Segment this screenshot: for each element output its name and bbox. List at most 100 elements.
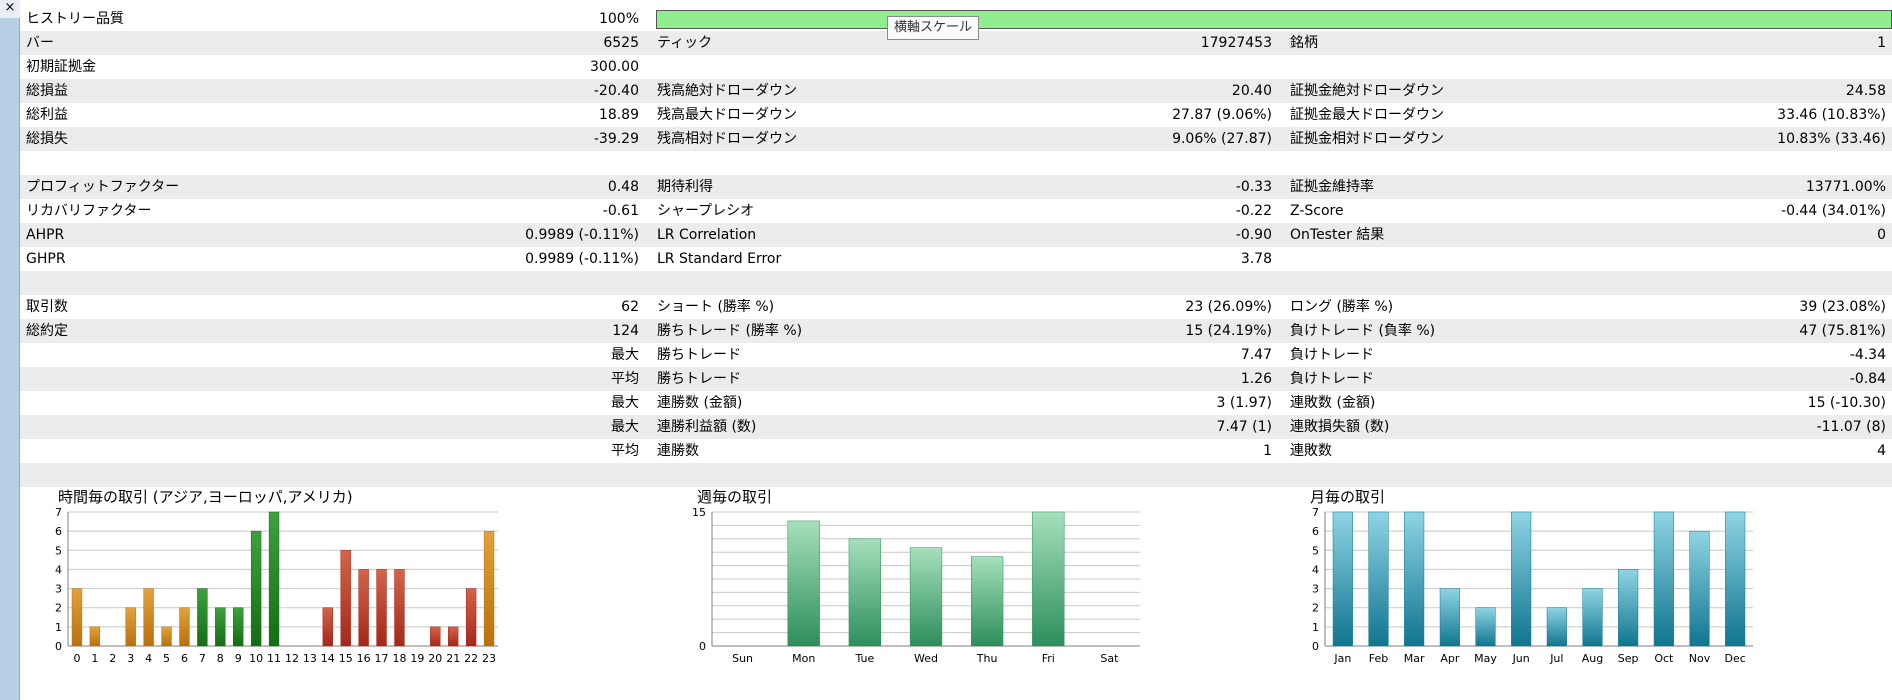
stat-label-col1: プロフィットファクター <box>26 179 180 195</box>
bar <box>1582 588 1603 647</box>
y-tick-label: 1 <box>1312 621 1319 634</box>
x-tick-label: 2 <box>109 652 116 665</box>
stat-value-col3: -0.44 (34.01%) <box>1781 203 1886 219</box>
x-tick-label: Jul <box>1549 652 1563 665</box>
stat-label-col1: AHPR <box>26 227 65 243</box>
x-tick-label: 3 <box>127 652 134 665</box>
x-tick-label: Mon <box>792 652 815 665</box>
stat-label-col3: 証拠金維持率 <box>1290 179 1374 195</box>
x-tick-label: Sep <box>1618 652 1639 665</box>
stat-row: 最大 勝ちトレード 7.47 負けトレード -4.34 <box>20 343 1892 367</box>
stat-value-col3: -4.34 <box>1849 347 1886 363</box>
y-tick-label: 1 <box>55 621 62 634</box>
bar <box>358 569 369 647</box>
stat-value-col3: -11.07 (8) <box>1816 419 1886 435</box>
stat-label-col1: 初期証拠金 <box>26 59 96 75</box>
y-tick-label: 3 <box>55 583 62 596</box>
bar <box>787 520 820 647</box>
x-tick-label: 22 <box>464 652 478 665</box>
stat-value-col1: -20.40 <box>593 83 639 99</box>
stat-value-col1: 124 <box>612 323 639 339</box>
x-tick-label: 21 <box>446 652 460 665</box>
stat-value-col2: 3 (1.97) <box>1216 395 1272 411</box>
x-tick-label: 16 <box>357 652 371 665</box>
stat-label-col3: 負けトレード (負率 %) <box>1290 323 1436 339</box>
stat-value-col1: 平均 <box>611 371 639 387</box>
bar <box>89 626 101 647</box>
x-tick-label: Mar <box>1404 652 1425 665</box>
stat-label-col2: LR Correlation <box>657 227 757 243</box>
stat-value-col2: 7.47 (1) <box>1216 419 1272 435</box>
bar <box>909 547 943 647</box>
bar <box>250 530 262 647</box>
bar <box>71 588 83 647</box>
stat-value-col3: 39 (23.08%) <box>1799 299 1886 315</box>
history-quality-bar <box>656 10 1892 29</box>
stat-value-col1: 最大 <box>611 395 639 411</box>
stat-label-col2: 勝ちトレード <box>657 347 741 363</box>
stat-row: 平均 勝ちトレード 1.26 負けトレード -0.84 <box>20 367 1892 391</box>
stat-row: GHPR 0.9989 (-0.11%) LR Standard Error 3.78 <box>20 247 1892 271</box>
stat-value-col1: 0.9989 (-0.11%) <box>525 251 639 267</box>
bar <box>1511 511 1532 647</box>
stat-value-col3: 33.46 (10.83%) <box>1777 107 1886 123</box>
stat-label-col1: 総約定 <box>26 323 68 339</box>
x-tick-label: 13 <box>303 652 317 665</box>
stat-value-col1: 最大 <box>611 347 639 363</box>
x-tick-label: 17 <box>375 652 389 665</box>
hourly-chart-title: 時間毎の取引 (アジア,ヨーロッパ,アメリカ) <box>58 488 353 506</box>
stat-label-col3: 証拠金相対ドローダウン <box>1290 131 1444 147</box>
stat-row <box>20 151 1892 175</box>
bar <box>233 607 244 647</box>
stat-label-col3: ロング (勝率 %) <box>1290 299 1394 315</box>
bar <box>268 511 280 647</box>
weekly-chart-svg: 0 15 Sun Mon Tue Wed Thu Fri Sat <box>692 506 1140 665</box>
x-tick-label: 1 <box>91 652 98 665</box>
bar <box>376 569 387 647</box>
bar <box>1546 607 1567 647</box>
stat-value-col3: 24.58 <box>1845 83 1886 99</box>
stat-row: 最大 連勝利益額 (数) 7.47 (1) 連敗損失額 (数) -11.07 (8) <box>20 415 1892 439</box>
stat-label-col1: バー <box>26 35 54 51</box>
y-tick-label: 0 <box>1312 640 1319 653</box>
y-tick-label: 5 <box>55 544 62 557</box>
stat-label-col2: 連勝数 <box>657 443 699 459</box>
stat-label-col1: 総損失 <box>26 131 68 147</box>
stat-value-col2: 1.26 <box>1240 371 1272 387</box>
x-tick-label: Apr <box>1440 652 1460 665</box>
left-sidebar: × <box>0 0 20 700</box>
stat-row: 総利益 18.89 残高最大ドローダウン 27.87 (9.06%) 証拠金最大ドローダ… <box>20 103 1892 127</box>
stat-label-col2: ショート (勝率 %) <box>657 299 775 315</box>
stat-label-col3: 証拠金最大ドローダウン <box>1290 107 1444 123</box>
x-tick-label: Feb <box>1369 652 1388 665</box>
y-tick-label: 2 <box>55 602 62 615</box>
x-tick-label: Jun <box>1512 652 1530 665</box>
bar <box>1404 511 1425 647</box>
stat-label-col2: 残高最大ドローダウン <box>657 107 797 123</box>
stat-value-col2: 3.78 <box>1240 251 1272 267</box>
stat-label-col2: シャープレシオ <box>657 203 755 219</box>
stat-value-col2: -0.22 <box>1235 203 1272 219</box>
stat-row: 総約定 124 勝ちトレード (勝率 %) 15 (24.19%) 負けトレード (負率… <box>20 319 1892 343</box>
stat-label-col2: 残高絶対ドローダウン <box>657 83 797 99</box>
bar <box>322 607 333 647</box>
bar <box>448 626 459 647</box>
stat-value-col1: 0.9989 (-0.11%) <box>525 227 639 243</box>
close-icon[interactable]: × <box>0 0 20 18</box>
bar <box>465 588 477 647</box>
y-tick-label: 0 <box>699 640 706 653</box>
stat-value-col1: 18.89 <box>598 107 639 123</box>
stat-value-col2: -0.90 <box>1235 227 1272 243</box>
bar <box>1689 530 1710 647</box>
stat-value-col2: 7.47 <box>1240 347 1272 363</box>
horizontal-scale-tooltip: 横軸スケール <box>887 16 980 40</box>
x-tick-label: 20 <box>428 652 442 665</box>
stat-value-col3: 0 <box>1877 227 1886 243</box>
stat-label-col2: 期待利得 <box>657 179 713 195</box>
x-tick-label: 8 <box>217 652 224 665</box>
history-quality-value: 100% <box>598 11 639 27</box>
stat-value-col2: 27.87 (9.06%) <box>1172 107 1272 123</box>
stat-value-col2: 1 <box>1263 443 1272 459</box>
stat-value-col1: -0.61 <box>602 203 639 219</box>
bar <box>125 607 136 647</box>
